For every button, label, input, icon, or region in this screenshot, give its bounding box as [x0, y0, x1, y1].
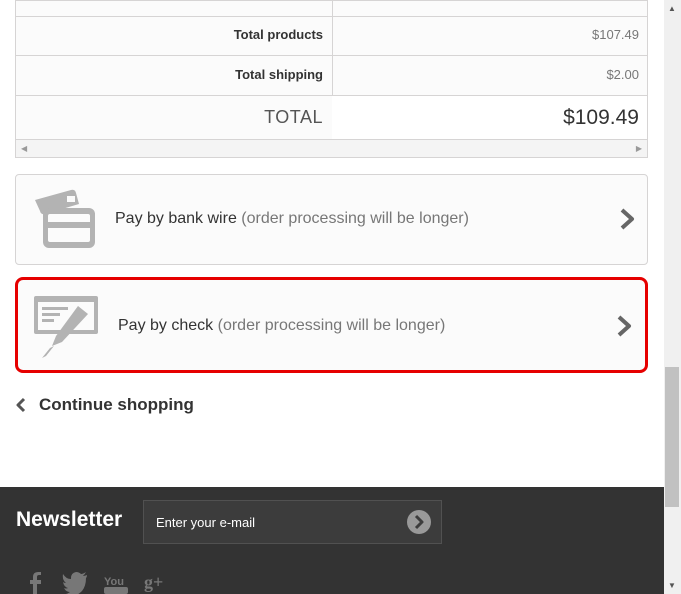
pay-by-check-option[interactable]: Pay by check (order processing will be l… [15, 277, 648, 373]
svg-text:g+: g+ [144, 572, 163, 592]
newsletter-submit-button[interactable] [406, 509, 432, 535]
vertical-scrollbar[interactable]: ▲ ▼ [664, 0, 681, 594]
google-plus-icon[interactable]: g+ [144, 572, 170, 592]
check-icon [34, 296, 98, 358]
twitter-icon[interactable] [62, 572, 88, 594]
total-shipping-row: Total shipping $2.00 [16, 56, 647, 96]
total-shipping-label: Total shipping [235, 67, 323, 82]
newsletter-email-input[interactable] [144, 501, 399, 543]
chevron-right-icon [617, 315, 631, 337]
chevron-right-icon [620, 208, 634, 230]
scroll-down-arrow-icon[interactable]: ▼ [668, 581, 676, 590]
cart-summary-table: Total products $107.49 Total shipping $2… [15, 0, 648, 158]
chevron-left-icon [16, 397, 26, 413]
youtube-icon[interactable]: You [104, 575, 128, 594]
scroll-left-arrow-icon[interactable]: ◀ [21, 144, 27, 153]
scrollbar-thumb[interactable] [665, 367, 679, 507]
payment-option-note: (order processing will be longer) [217, 317, 446, 334]
svg-text:You: You [104, 576, 124, 588]
pay-by-bank-wire-option[interactable]: Pay by bank wire (order processing will … [15, 174, 648, 265]
total-label: TOTAL [264, 107, 323, 127]
table-row [16, 1, 647, 17]
facebook-icon[interactable] [27, 572, 43, 594]
total-row: TOTAL $109.49 [16, 96, 647, 140]
scroll-up-arrow-icon[interactable]: ▲ [668, 4, 676, 13]
footer: Newsletter You g+ [0, 487, 664, 594]
newsletter-form [143, 500, 442, 544]
payment-option-note: (order processing will be longer) [241, 210, 469, 227]
total-products-value: $107.49 [592, 27, 639, 42]
continue-shopping-label: Continue shopping [39, 395, 194, 414]
total-products-row: Total products $107.49 [16, 16, 647, 56]
total-value: $109.49 [563, 106, 639, 129]
payment-option-name: Pay by check [118, 317, 214, 334]
scroll-right-arrow-icon[interactable]: ▶ [636, 144, 642, 153]
bank-card-icon [35, 189, 95, 248]
horizontal-scrollbar[interactable]: ◀ ▶ [16, 139, 647, 157]
total-shipping-value: $2.00 [606, 67, 639, 82]
newsletter-title: Newsletter [16, 508, 123, 531]
total-products-label: Total products [233, 27, 323, 42]
payment-option-name: Pay by bank wire [115, 210, 237, 227]
